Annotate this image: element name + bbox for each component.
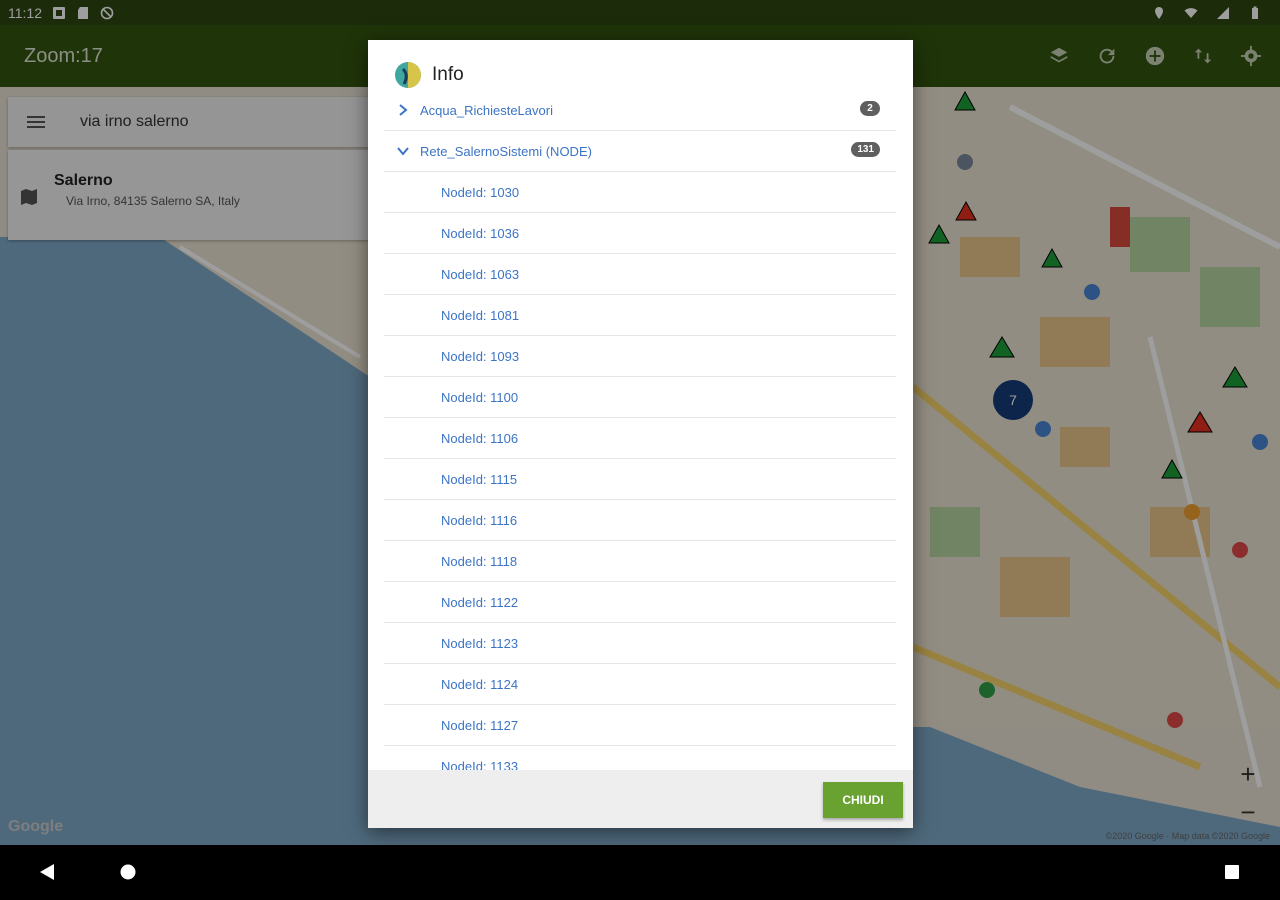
count-badge: 2 [860,101,880,116]
chevron-down-icon [397,147,409,156]
node-item[interactable]: NodeId: 1030 [384,172,896,213]
node-item[interactable]: NodeId: 1127 [384,705,896,746]
node-label: NodeId: 1123 [441,635,519,651]
node-label: NodeId: 1081 [441,307,520,323]
node-item[interactable]: NodeId: 1124 [384,664,896,705]
group-row-rete[interactable]: Rete_SalernoSistemi (NODE) 131 [384,131,896,172]
node-item[interactable]: NodeId: 1122 [384,582,896,623]
node-label: NodeId: 1100 [441,389,519,405]
node-label: NodeId: 1124 [441,676,519,692]
node-item[interactable]: NodeId: 1133 [384,746,896,770]
node-label: NodeId: 1106 [441,430,519,446]
group-label: Rete_SalernoSistemi (NODE) [420,143,592,159]
back-icon[interactable] [38,862,56,882]
info-list[interactable]: Acqua_RichiesteLavori 2 Rete_SalernoSist… [384,90,896,770]
navigation-bar [0,845,1280,900]
node-label: NodeId: 1063 [441,266,520,282]
node-label: NodeId: 1122 [441,594,519,610]
group-label: Acqua_RichiesteLavori [420,102,553,118]
node-item[interactable]: NodeId: 1093 [384,336,896,377]
node-item[interactable]: NodeId: 1036 [384,213,896,254]
dialog-footer: CHIUDI [368,770,913,828]
recents-icon[interactable] [1223,862,1241,882]
app-logo-icon [395,62,421,88]
node-label: NodeId: 1118 [441,553,518,569]
node-label: NodeId: 1036 [441,225,520,241]
node-item[interactable]: NodeId: 1118 [384,541,896,582]
node-label: NodeId: 1115 [441,471,518,487]
node-label: NodeId: 1030 [441,184,520,200]
info-dialog: Info Acqua_RichiesteLavori 2 Rete_Salern… [368,40,913,828]
group-row-acqua[interactable]: Acqua_RichiesteLavori 2 [384,90,896,131]
node-label: NodeId: 1133 [441,758,519,771]
node-item[interactable]: NodeId: 1115 [384,459,896,500]
node-item[interactable]: NodeId: 1123 [384,623,896,664]
home-icon[interactable] [119,862,137,882]
count-badge: 131 [851,142,880,157]
node-item[interactable]: NodeId: 1106 [384,418,896,459]
node-item[interactable]: NodeId: 1081 [384,295,896,336]
node-item[interactable]: NodeId: 1063 [384,254,896,295]
close-button[interactable]: CHIUDI [823,782,903,818]
dialog-title: Info [432,64,464,85]
chevron-right-icon [399,104,408,116]
node-label: NodeId: 1093 [441,348,520,364]
node-item[interactable]: NodeId: 1116 [384,500,896,541]
node-label: NodeId: 1116 [441,512,518,528]
node-item[interactable]: NodeId: 1100 [384,377,896,418]
node-label: NodeId: 1127 [441,717,519,733]
